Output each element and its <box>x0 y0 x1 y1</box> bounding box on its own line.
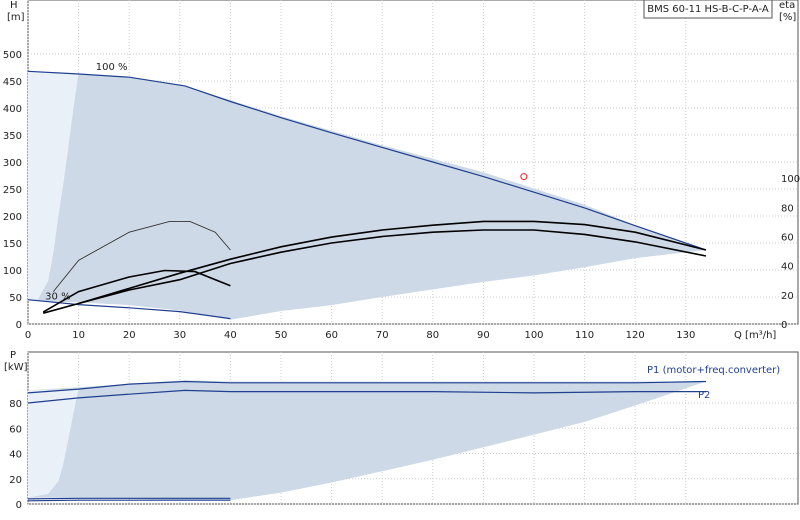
y-tick-label: 500 <box>3 50 22 61</box>
y-tick-label: 350 <box>3 131 22 142</box>
x-tick-label: 30 <box>173 330 186 341</box>
x-tick-label: 90 <box>477 330 490 341</box>
x-tick-label: 130 <box>676 330 695 341</box>
x-tick-label: 60 <box>325 330 338 341</box>
lower-y-axis-unit: [kW] <box>4 362 28 373</box>
x-tick-label: 110 <box>575 330 594 341</box>
lower-y-tick-label: 60 <box>9 424 22 435</box>
y-tick-label: 450 <box>3 77 22 88</box>
y-right-axis-label: eta <box>779 0 795 11</box>
y-right-tick-label: 60 <box>781 233 794 244</box>
chart-title: BMS 60-11 HS-B-C-P-A-A <box>647 4 769 15</box>
lower-y-tick-label: 40 <box>9 450 22 461</box>
x-tick-label: 50 <box>275 330 288 341</box>
y-right-tick-label: 40 <box>781 262 794 273</box>
y-axis-unit: [m] <box>7 12 25 23</box>
x-tick-label: 70 <box>376 330 389 341</box>
lower-y-tick-label: 0 <box>16 500 22 511</box>
operating-area <box>28 71 706 320</box>
x-tick-label: 100 <box>524 330 543 341</box>
y-axis-label: H <box>10 0 18 11</box>
x-tick-label: 80 <box>426 330 439 341</box>
x-tick-label: 40 <box>224 330 237 341</box>
y-right-tick-label: 100 <box>781 174 800 185</box>
lower-series-line-2 <box>27 497 231 500</box>
series-label-p2: P2 <box>698 390 710 401</box>
lower-y-tick-label: 80 <box>9 399 22 410</box>
y-tick-label: 50 <box>9 293 22 304</box>
y-right-tick-label: 20 <box>781 291 794 302</box>
y-right-axis-unit: [%] <box>779 12 796 23</box>
pump-curve-chart: 0 10 20 30 40 50 60 70 80 90 100 110 120 130 0 50 100 150… <box>0 0 800 520</box>
y-right-tick-label: 0 <box>781 320 787 331</box>
series-label-p1: P1 (motor+freq.converter) <box>647 365 780 376</box>
y-tick-label: 300 <box>3 158 22 169</box>
y-tick-label: 250 <box>3 185 22 196</box>
y-right-tick-label: 80 <box>781 203 794 214</box>
x-tick-label: 120 <box>626 330 645 341</box>
chart-canvas: 0 10 20 30 40 50 60 70 80 90 100 110 120 130 0 50 100 150… <box>3 0 800 511</box>
y-tick-label: 200 <box>3 212 22 223</box>
y-tick-label: 0 <box>16 320 22 331</box>
annotation-100-percent: 100 % <box>96 62 128 73</box>
y-tick-label: 150 <box>3 239 22 250</box>
y-tick-label: 100 <box>3 266 22 277</box>
x-tick-label: 0 <box>25 330 31 341</box>
x-tick-label: 10 <box>72 330 85 341</box>
lower-y-tick-label: 20 <box>9 475 22 486</box>
lower-y-axis-label: P <box>10 350 16 361</box>
lower-operating-area <box>28 380 706 501</box>
x-axis-label: Q [m³/h] <box>734 330 776 341</box>
annotation-30-percent: 30 % <box>45 292 70 303</box>
lower-series-line-3 <box>27 499 231 502</box>
duty-point <box>520 173 528 181</box>
x-tick-label: 20 <box>123 330 136 341</box>
y-tick-label: 400 <box>3 104 22 115</box>
